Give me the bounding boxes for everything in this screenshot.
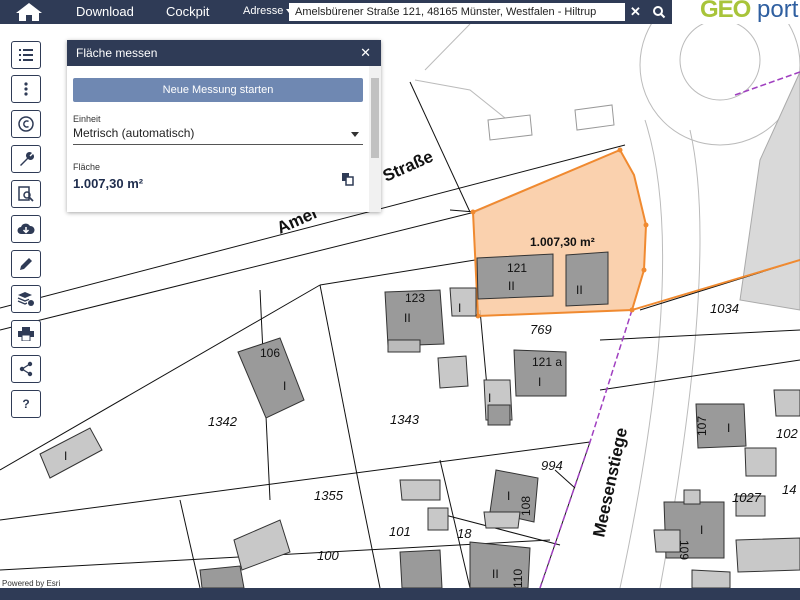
parcel-number: 18 — [457, 526, 472, 541]
unit-select-value: Metrisch (automatisch) — [73, 126, 195, 140]
building-number: 121 a — [532, 355, 562, 369]
building-floors: I — [283, 379, 286, 393]
panel-title: Fläche messen — [76, 46, 158, 60]
building-floors: II — [404, 311, 411, 325]
search-icon[interactable] — [652, 4, 666, 20]
building-number: 109 — [677, 540, 691, 560]
area-value: 1.007,30 m² — [73, 176, 144, 191]
building-number: 106 — [260, 346, 280, 360]
document-search-icon — [18, 186, 34, 202]
list-icon — [19, 49, 33, 61]
building-floors: II — [508, 279, 515, 293]
esri-attribution: Powered by Esri — [2, 579, 61, 588]
nav-download[interactable]: Download — [76, 4, 134, 19]
download-button[interactable] — [11, 215, 41, 243]
building-number: 121 — [507, 261, 527, 275]
status-bar — [0, 588, 800, 600]
building-number: 110 — [511, 569, 525, 588]
measurement-label: 1.007,30 m² — [530, 235, 595, 249]
print-icon — [18, 327, 34, 341]
parcel-number: 1343 — [390, 412, 420, 427]
top-bar: Download Cockpit Adresse ✕ GEO port — [0, 0, 800, 24]
more-vertical-icon — [24, 82, 28, 96]
layers-add-icon — [17, 292, 34, 306]
copyright-button[interactable] — [11, 110, 41, 138]
chevron-down-icon — [351, 132, 359, 137]
more-options-button[interactable] — [11, 75, 41, 103]
logo-geo: GEO — [700, 0, 751, 23]
wrench-icon — [20, 151, 34, 166]
share-button[interactable] — [11, 355, 41, 383]
building-floors: I — [458, 301, 461, 315]
close-icon[interactable]: ✕ — [360, 45, 371, 61]
building-floors: II — [576, 283, 583, 297]
parcel-number: 1034 — [710, 301, 739, 316]
home-icon[interactable] — [14, 2, 44, 22]
building-number: 107 — [695, 416, 709, 436]
unit-select[interactable]: Metrisch (automatisch) — [73, 126, 363, 145]
print-button[interactable] — [11, 320, 41, 348]
parcel-number: 100 — [317, 548, 339, 563]
building-floors: I — [727, 421, 730, 435]
street-label: Meesenstiege — [589, 426, 631, 539]
building-floors: I — [507, 489, 510, 503]
address-type-label: Adresse — [243, 5, 284, 17]
unit-label: Einheit — [73, 114, 101, 124]
help-button[interactable]: ? — [11, 390, 41, 418]
help-icon: ? — [22, 397, 30, 411]
geoportal-logo[interactable]: GEO port — [672, 0, 800, 24]
panel-header: Fläche messen ✕ — [67, 40, 381, 66]
panel-scrollbar[interactable] — [369, 66, 381, 212]
clear-search-icon[interactable]: ✕ — [630, 4, 641, 20]
parcel-number: 101 — [389, 524, 411, 539]
building-floors: I — [488, 391, 491, 405]
draw-button[interactable] — [11, 250, 41, 278]
address-type-dropdown[interactable]: Adresse — [243, 5, 293, 17]
parcel-number: 102 — [776, 426, 798, 441]
building-floors: II — [492, 567, 499, 581]
add-layer-button[interactable] — [11, 285, 41, 313]
copy-icon[interactable] — [341, 172, 355, 186]
building-floors: I — [700, 523, 703, 537]
scrollbar-thumb[interactable] — [371, 78, 379, 158]
parcel-number: 769 — [530, 322, 552, 337]
area-label: Fläche — [73, 162, 101, 172]
nav-cockpit[interactable]: Cockpit — [166, 4, 209, 19]
measure-area-panel: Fläche messen ✕ Neue Messung starten Ein… — [67, 40, 381, 212]
cloud-download-icon — [17, 223, 35, 234]
parcel-number: 14 — [782, 482, 796, 497]
building-number: 123 — [405, 291, 425, 305]
pencil-icon — [20, 258, 32, 270]
start-measurement-button[interactable]: Neue Messung starten — [73, 78, 363, 102]
layers-list-button[interactable] — [11, 41, 41, 69]
parcel-number: 1027 — [732, 490, 762, 505]
street-label: Straße — [380, 147, 436, 186]
parcel-number: 994 — [541, 458, 563, 473]
parcel-number: 1342 — [208, 414, 238, 429]
building-number: 108 — [519, 496, 533, 516]
document-search-button[interactable] — [11, 180, 41, 208]
address-search-input[interactable] — [289, 3, 625, 21]
tools-button[interactable] — [11, 145, 41, 173]
parcel-number: 1355 — [314, 488, 344, 503]
share-icon — [19, 361, 33, 377]
copyright-icon — [18, 116, 34, 132]
building-floors: I — [538, 375, 541, 389]
logo-portal: port — [757, 0, 799, 23]
building-floors: I — [64, 449, 67, 463]
